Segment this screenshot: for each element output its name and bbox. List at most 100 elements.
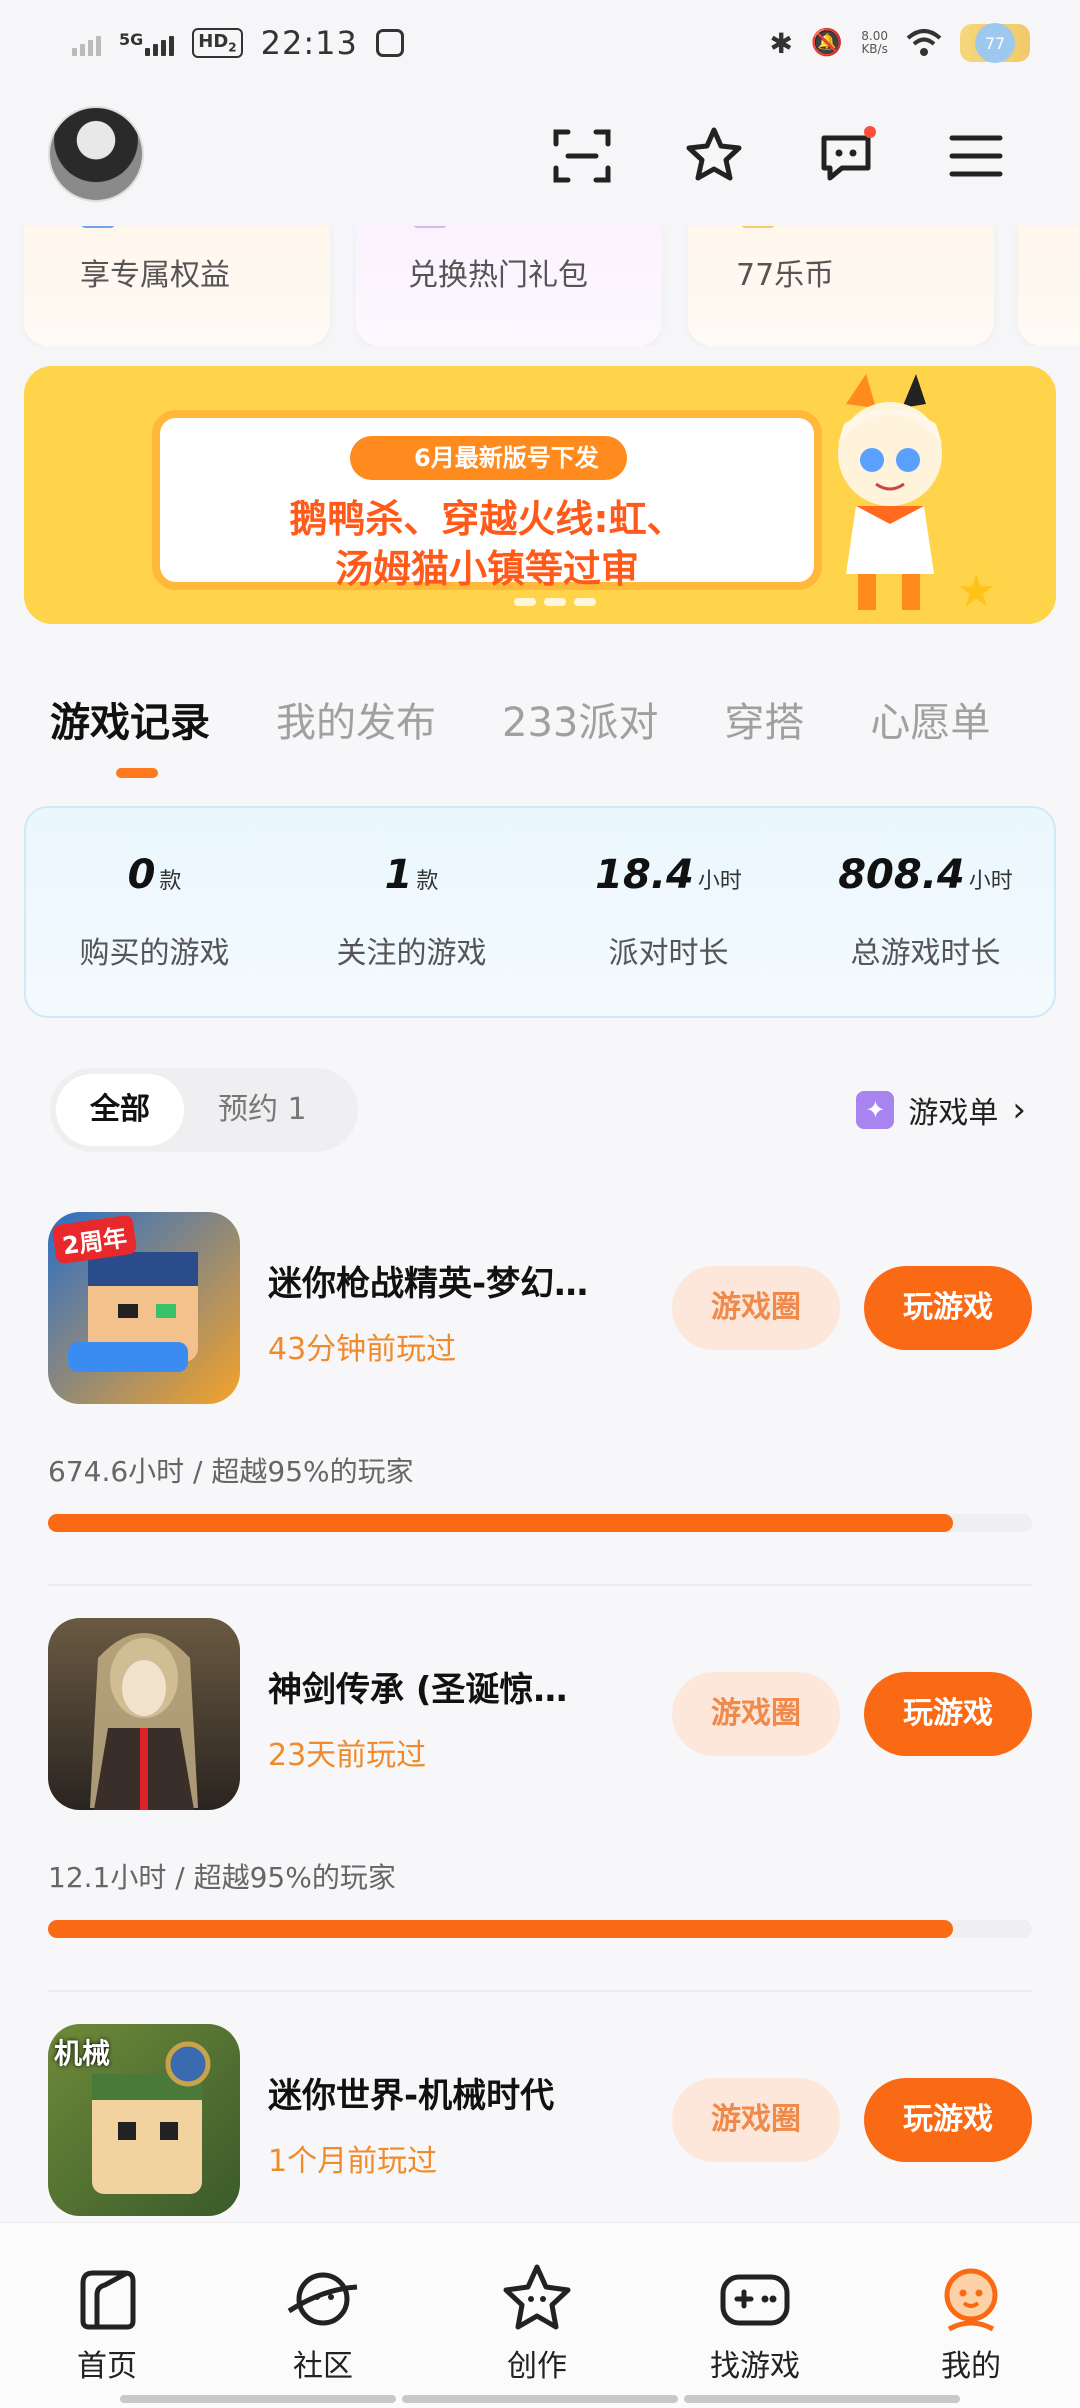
game-row[interactable]: 机械 迷你世界-机械时代 1个月前玩过 游戏圈 玩游戏 [48,2024,1032,2216]
speed-unit: KB/s [861,42,888,56]
playtime-progress-bar [48,1920,1032,1938]
stat-value: 18.4 [595,852,694,898]
perk-card-4[interactable] [1018,226,1080,346]
play-stat: 674.6小时 / 超越95%的玩家 [48,1455,414,1488]
banner-line-1: 鹅鸭杀、穿越火线:虹、 [289,497,685,541]
game-circle-button[interactable]: 游戏圈 [672,2078,840,2162]
message-icon[interactable] [814,124,878,188]
perk-card-3[interactable]: 77乐币 [688,226,994,346]
stat-label: 总游戏时长 [850,936,1001,971]
notification-app-icon [375,29,404,57]
stat-unit: 小时 [968,869,1013,894]
nav-me[interactable]: 我的 [896,2259,1046,2385]
last-played: 1个月前玩过 [268,2144,438,2179]
stat-unit: 小时 [697,869,742,894]
tab-my-posts[interactable]: 我的发布 [276,690,436,748]
banner-dot [514,598,536,606]
perk-cards: 享专属权益 兑换热门礼包 77乐币 [0,226,1080,346]
banner-line-2: 汤姆猫小镇等过审 [334,547,639,591]
menu-icon[interactable] [944,124,1008,188]
stat-party-time[interactable]: 18.4 小时 派对时长 [544,852,794,972]
hd-voice-icon: HD2 [192,28,243,58]
stat-followed[interactable]: 1款 关注的游戏 [287,852,537,972]
promo-banner[interactable]: 6月最新版号下发 鹅鸭杀、穿越火线:虹、 汤姆猫小镇等过审 ★ [24,366,1056,624]
stat-label: 关注的游戏 [336,936,487,971]
network-speed: 8.00 KB/s [861,30,888,56]
network-label: 5G [119,30,144,49]
game-icon[interactable]: 机械 [48,2024,240,2216]
tab-game-records[interactable]: 游戏记录 [50,690,210,748]
scan-icon[interactable] [550,124,614,188]
game-list-link[interactable]: ✦ 游戏单 › [856,1088,1026,1132]
perk-card-1[interactable]: 享专属权益 [24,226,330,346]
last-played: 43分钟前玩过 [268,1332,457,1367]
mascot-illustration [838,374,942,610]
tab-233-party[interactable]: 233派对 [502,690,658,748]
nav-label: 首页 [77,2349,137,2384]
star-icon [503,2264,571,2330]
active-tab-indicator [116,768,158,778]
nav-label: 找游戏 [710,2349,800,2384]
avatar[interactable] [48,106,144,202]
tab-wishlist[interactable]: 心愿单 [870,690,990,748]
battery-level: 77 [975,23,1015,63]
banner-title: 鹅鸭杀、穿越火线:虹、 汤姆猫小镇等过审 [160,494,814,594]
divider [48,1990,1032,1992]
message-badge-dot [864,126,876,138]
play-stat: 12.1小时 / 超越95%的玩家 [48,1861,396,1894]
bluetooth-icon: ✱ [769,26,793,60]
game-list-label: 游戏单 [908,1096,999,1131]
progress-fill [48,1514,954,1532]
stat-label: 购买的游戏 [79,936,230,971]
play-game-button[interactable]: 玩游戏 [864,1266,1032,1350]
signal-2-group: 5G [119,30,175,56]
playtime-progress-bar [48,1514,1032,1532]
stat-value: 1 [384,852,413,898]
signal-1-icon [72,30,101,56]
stat-value: 808.4 [838,852,965,898]
nav-home[interactable]: 首页 [32,2259,182,2385]
nav-create[interactable]: 创作 [462,2259,612,2385]
nav-label: 我的 [941,2349,1001,2384]
signal-2-icon [145,30,175,56]
perk-card-2[interactable]: 兑换热门礼包 [356,226,662,346]
play-game-button[interactable]: 玩游戏 [864,2078,1032,2162]
stat-value: 0 [127,852,156,898]
game-row[interactable]: 2周年 迷你枪战精英-梦幻… 43分钟前玩过 游戏圈 玩游戏 674.6小时 /… [48,1212,1032,1618]
mute-icon: 🔕 [810,28,844,58]
nav-community[interactable]: 社区 [248,2259,398,2385]
hd-sub: 2 [228,40,237,55]
banner-pagination [514,598,596,606]
bottom-nav: 首页 社区 创作 找游戏 我的 [0,2222,1080,2408]
progress-fill [48,1920,954,1938]
chevron-right-icon: › [1012,1090,1026,1130]
favorites-star-icon[interactable] [682,124,746,188]
stat-total-time[interactable]: 808.4 小时 总游戏时长 [801,852,1051,972]
gamepad-icon [720,2274,790,2326]
filter-reserved[interactable]: 预约 1 [184,1074,341,1146]
stat-label: 派对时长 [608,936,729,971]
game-circle-button[interactable]: 游戏圈 [672,1672,840,1756]
stats-card: 0款 购买的游戏 1款 关注的游戏 18.4 小时 派对时长 808.4 小时 总游… [24,806,1056,1018]
tab-outfits[interactable]: 穿搭 [724,690,804,748]
stat-purchased[interactable]: 0款 购买的游戏 [30,852,280,972]
nav-find-games[interactable]: 找游戏 [680,2259,830,2385]
stat-unit: 款 [159,869,182,894]
banner-dot [574,598,596,606]
game-name: 神剑传承 (圣诞惊… [268,1670,568,1710]
banner-star-icon: ★ [956,566,996,617]
game-icon[interactable] [48,1618,240,1810]
game-circle-button[interactable]: 游戏圈 [672,1266,840,1350]
profile-icon [944,2268,998,2332]
perk-card-2-label: 兑换热门礼包 [408,258,588,293]
perk-card-3-title-clip [740,226,776,228]
filter-all[interactable]: 全部 [56,1074,184,1146]
nav-label: 创作 [507,2349,567,2384]
game-icon[interactable]: 2周年 [48,1212,240,1404]
play-game-button[interactable]: 玩游戏 [864,1672,1032,1756]
top-header [0,86,1080,226]
status-bar: 5G HD2 22:13 ✱ 🔕 8.00 KB/s 77 [0,0,1080,86]
wifi-icon [906,29,942,56]
game-row[interactable]: 神剑传承 (圣诞惊… 23天前玩过 游戏圈 玩游戏 12.1小时 / 超越95%… [48,1618,1032,2024]
divider [48,1584,1032,1586]
